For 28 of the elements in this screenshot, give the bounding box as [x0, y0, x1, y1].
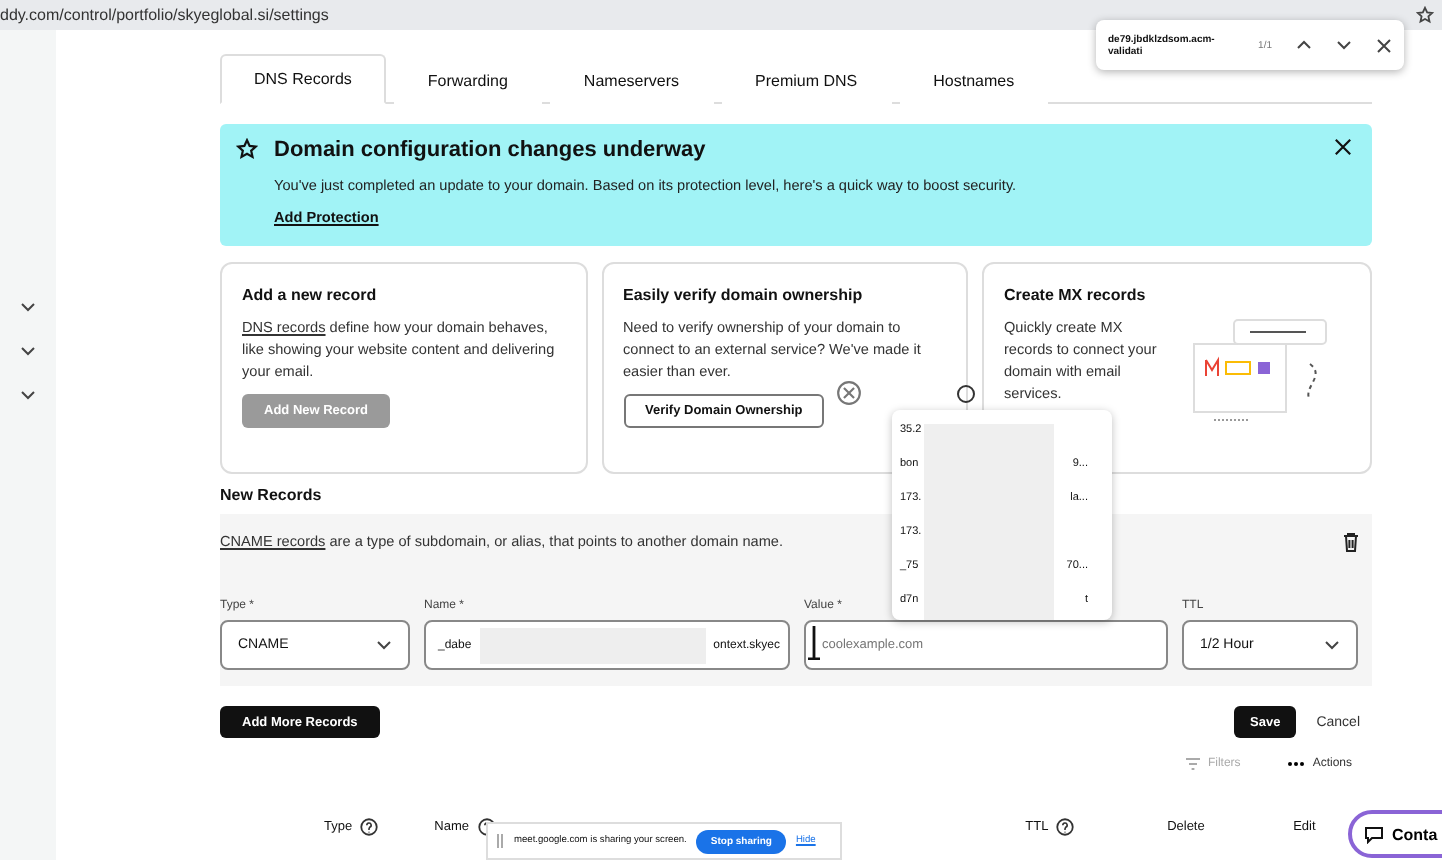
- banner-title: Domain configuration changes underway: [274, 138, 708, 162]
- help-icon[interactable]: [1056, 818, 1075, 836]
- card-title: Easily verify domain ownership: [623, 286, 865, 304]
- chevron-down-icon: [376, 639, 392, 651]
- help-icon[interactable]: [360, 818, 379, 836]
- chat-icon: [1364, 825, 1384, 843]
- close-icon[interactable]: [1334, 138, 1352, 156]
- chevron-down-icon[interactable]: [20, 302, 36, 314]
- chevron-down-icon[interactable]: [20, 390, 36, 402]
- star-icon: [236, 138, 258, 160]
- url-text[interactable]: ddy.com/control/portfolio/skyeglobal.si/settings: [0, 6, 329, 24]
- chevron-down-icon: [1324, 639, 1340, 651]
- star-icon[interactable]: [1416, 6, 1434, 24]
- contact-button[interactable]: Conta: [1348, 810, 1442, 858]
- section-heading: New Records: [220, 486, 322, 504]
- cancel-cursor-icon: [836, 380, 862, 406]
- card-title: Add a new record: [242, 286, 379, 304]
- tab[interactable]: DNS Records: [220, 54, 386, 104]
- trash-icon[interactable]: [1342, 531, 1360, 551]
- chevron-up-icon[interactable]: [1296, 37, 1312, 53]
- card-title: Create MX records: [1004, 286, 1148, 304]
- close-icon[interactable]: [1376, 37, 1392, 53]
- circle-icon: [956, 384, 976, 404]
- text-cursor-icon: [806, 626, 822, 660]
- chevron-down-icon[interactable]: [1336, 37, 1352, 53]
- filter-icon: [1185, 758, 1200, 770]
- chevron-down-icon[interactable]: [20, 346, 36, 358]
- drag-handle-icon[interactable]: [496, 834, 504, 848]
